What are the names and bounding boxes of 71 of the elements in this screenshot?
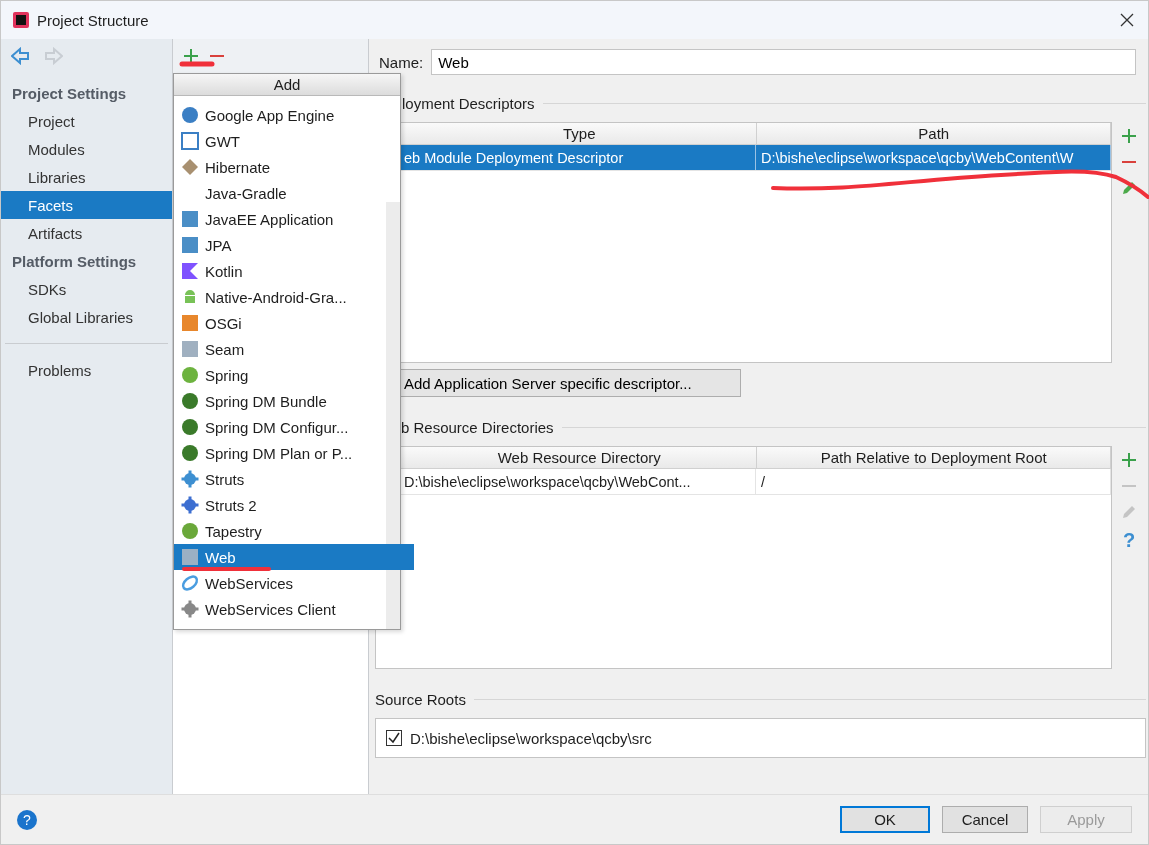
sidebar-item[interactable]: Modules <box>1 135 172 163</box>
facet-icon <box>181 106 199 124</box>
add-descriptor-button[interactable]: Add Application Server specific descriptor... <box>399 369 741 397</box>
facet-icon <box>181 262 199 280</box>
facet-icon <box>181 132 199 150</box>
sidebar-item[interactable]: Facets <box>1 191 172 219</box>
sidebar-item[interactable]: Artifacts <box>1 219 172 247</box>
menu-item[interactable]: WebServices <box>174 570 400 596</box>
sidebar-item[interactable]: Global Libraries <box>1 303 172 331</box>
facet-icon <box>181 470 199 488</box>
sidebar-item[interactable]: Libraries <box>1 163 172 191</box>
facet-icon <box>181 418 199 436</box>
facet-icon <box>181 210 199 228</box>
field-label: Name: <box>379 53 424 71</box>
menu-item[interactable]: Struts 2 <box>174 492 400 518</box>
facet-icon <box>181 392 199 410</box>
column-header[interactable]: Web Resource Directory <box>376 447 758 468</box>
dialog-button[interactable]: Cancel <box>942 806 1028 833</box>
close-icon[interactable] <box>1120 13 1134 27</box>
annotation-underline <box>179 61 215 67</box>
menu-item[interactable]: Seam <box>174 336 400 362</box>
sidebar-item[interactable]: Problems <box>1 356 172 384</box>
facet-icon <box>181 158 199 176</box>
section-title: Source Roots <box>375 691 466 708</box>
menu-item[interactable]: Spring DM Bundle <box>174 388 400 414</box>
window-title: Project Structure <box>37 11 149 29</box>
menu-item[interactable]: OSGi <box>174 310 400 336</box>
source-root-path: D:\bishe\eclipse\workspace\qcby\src <box>410 729 652 747</box>
facet-icon <box>181 340 199 358</box>
menu-item[interactable]: Kotlin <box>174 258 400 284</box>
menu-item[interactable]: JavaEE Application <box>174 206 400 232</box>
menu-item[interactable]: Tapestry <box>174 518 400 544</box>
sidebar-item[interactable]: Project <box>1 107 172 135</box>
menu-item[interactable]: WebServices Client <box>174 596 400 622</box>
sidebar-item[interactable]: SDKs <box>1 275 172 303</box>
menu-item[interactable]: Native-Android-Gra... <box>174 284 400 310</box>
add-icon[interactable] <box>1121 128 1137 144</box>
dialog-button[interactable]: OK <box>840 806 930 833</box>
facet-icon <box>181 600 199 618</box>
facet-icon <box>181 496 199 514</box>
add-icon[interactable] <box>1121 452 1137 468</box>
menu-item[interactable]: Web <box>174 544 414 570</box>
help-icon[interactable]: ? <box>16 808 38 831</box>
pencil-icon[interactable] <box>1121 180 1137 196</box>
menu-item[interactable]: Spring <box>174 362 400 388</box>
section-title: b Resource Directories <box>401 419 554 436</box>
app-logo-icon <box>13 12 29 28</box>
scrollbar[interactable] <box>386 202 400 629</box>
back-arrow-icon[interactable] <box>11 47 29 65</box>
facet-icon <box>181 444 199 462</box>
table-cell: D:\bishe\eclipse\workspace\qcby\WebContent\W <box>755 145 1111 170</box>
table-cell: / <box>755 469 1111 494</box>
menu-title: Add <box>174 74 400 96</box>
add-icon[interactable] <box>183 48 199 64</box>
name-field[interactable]: Web <box>431 49 1136 75</box>
checkbox[interactable] <box>386 730 402 746</box>
menu-item[interactable]: JPA <box>174 232 400 258</box>
section-heading: Platform Settings <box>11 251 138 272</box>
facet-icon <box>181 574 199 592</box>
menu-item[interactable]: Java-Gradle <box>174 180 400 206</box>
column-header[interactable]: Type <box>376 123 758 144</box>
column-header[interactable]: Path Relative to Deployment Root <box>757 447 1111 468</box>
facet-icon <box>181 314 199 332</box>
section-heading: Project Settings <box>11 83 128 104</box>
section-title: loyment Descriptors <box>402 95 535 112</box>
facet-icon <box>181 366 199 384</box>
column-header[interactable]: Path <box>757 123 1111 144</box>
facet-icon <box>181 236 199 254</box>
facet-icon <box>181 548 199 566</box>
facet-icon <box>181 522 199 540</box>
menu-item[interactable]: Spring DM Configur... <box>174 414 400 440</box>
